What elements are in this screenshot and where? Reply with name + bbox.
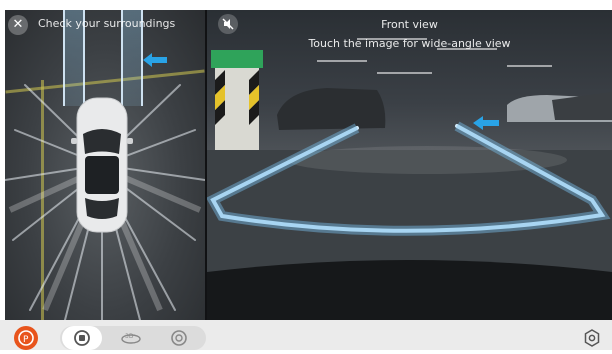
camera-scene bbox=[207, 38, 612, 320]
close-icon: ✕ bbox=[12, 17, 24, 32]
guide-arrow-icon bbox=[473, 116, 499, 130]
vehicle-topview bbox=[71, 97, 133, 233]
parking-camera-screen: ✕ Check your surroundings Front view Tou… bbox=[0, 0, 612, 350]
front-camera-panel[interactable] bbox=[207, 10, 612, 320]
svg-text:3D: 3D bbox=[125, 333, 134, 340]
view-title: Front view bbox=[381, 18, 438, 31]
guide-arrow-icon bbox=[143, 53, 167, 67]
close-button[interactable]: ✕ bbox=[8, 15, 28, 35]
svg-text:P: P bbox=[23, 335, 29, 345]
standard-view-button[interactable] bbox=[70, 326, 94, 350]
wheel-view-button[interactable] bbox=[167, 326, 191, 350]
surround-view-panel[interactable] bbox=[5, 10, 205, 320]
settings-button[interactable] bbox=[582, 328, 602, 348]
360-view-button[interactable]: 3D bbox=[119, 326, 143, 350]
auto-parking-button[interactable]: P bbox=[14, 326, 38, 350]
auto-parking-icon: P bbox=[18, 330, 34, 346]
wheel-view-icon bbox=[171, 330, 187, 346]
surroundings-hint: Check your surroundings bbox=[38, 17, 176, 30]
settings-icon bbox=[584, 329, 600, 347]
wide-angle-hint: Touch the image for wide-angle view bbox=[308, 37, 511, 50]
standard-view-icon bbox=[74, 330, 90, 346]
360-view-icon: 3D bbox=[121, 333, 141, 344]
